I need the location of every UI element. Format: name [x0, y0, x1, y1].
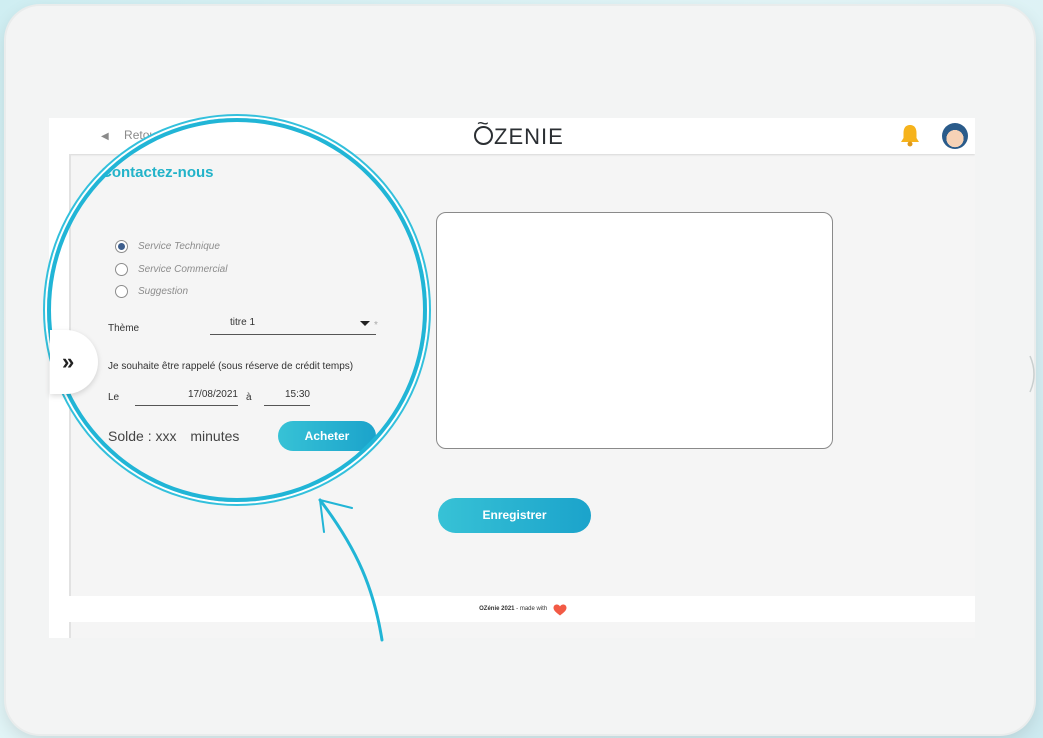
radio-label: Service Technique: [138, 241, 220, 252]
callback-label: Je souhaite être rappelé (sous réserve d…: [108, 361, 354, 372]
pointer-arrow-icon: [318, 498, 384, 642]
app-screen: ◀ Retour ~ ZENIE Contactez-nous Service …: [49, 118, 975, 638]
date-field[interactable]: 17/08/2021: [135, 389, 238, 406]
date-a-label: à: [246, 392, 252, 403]
bell-icon[interactable]: [899, 123, 921, 147]
logo-tilde: ~: [477, 118, 490, 135]
date-value: 17/08/2021: [187, 389, 238, 400]
heart-icon: [553, 602, 567, 616]
page-title: Contactez-nous: [101, 164, 214, 181]
logo-text: ZENIE: [494, 124, 564, 149]
back-button[interactable]: ◀ Retour: [101, 128, 160, 142]
radio-suggestion[interactable]: Suggestion: [115, 285, 188, 298]
balance: Solde : xxx minutes: [108, 428, 239, 444]
app-logo[interactable]: ~ ZENIE: [474, 118, 564, 150]
enregistrer-button[interactable]: Enregistrer: [438, 498, 591, 533]
radio-label: Suggestion: [138, 286, 189, 297]
message-textarea[interactable]: [436, 212, 833, 449]
back-arrow-icon: ◀: [101, 131, 109, 142]
theme-label: Thème: [108, 323, 140, 334]
radio-label: Service Commercial: [138, 264, 228, 275]
double-chevron-icon: »: [62, 349, 75, 374]
time-field[interactable]: 15:30: [264, 389, 310, 406]
date-le-label: Le: [108, 392, 120, 403]
radio-service-commercial[interactable]: Service Commercial: [115, 263, 227, 276]
theme-select[interactable]: titre 1: [210, 316, 376, 335]
theme-select-value: titre 1: [230, 317, 256, 328]
left-sidebar: [49, 154, 71, 638]
balance-value: xxx: [155, 428, 177, 444]
top-bar: ◀ Retour ~ ZENIE: [49, 118, 975, 154]
radio-button[interactable]: [115, 263, 128, 276]
footer-brand: OZénie 2021: [479, 606, 515, 612]
back-label: Retour: [124, 128, 161, 142]
balance-unit: minutes: [190, 428, 240, 444]
footer-text: - made with: [516, 606, 548, 612]
acheter-button[interactable]: Acheter: [278, 421, 376, 451]
radio-service-technique[interactable]: Service Technique: [115, 240, 220, 253]
footer: OZénie 2021 - made with: [69, 596, 975, 622]
time-value: 15:30: [284, 389, 310, 400]
balance-label: Solde :: [108, 428, 152, 444]
avatar[interactable]: [942, 123, 968, 149]
required-mark: *: [374, 320, 378, 331]
tablet-side-button: [1029, 354, 1039, 394]
radio-button[interactable]: [115, 285, 128, 298]
radio-button[interactable]: [115, 240, 128, 253]
chevron-down-icon: [360, 321, 370, 326]
